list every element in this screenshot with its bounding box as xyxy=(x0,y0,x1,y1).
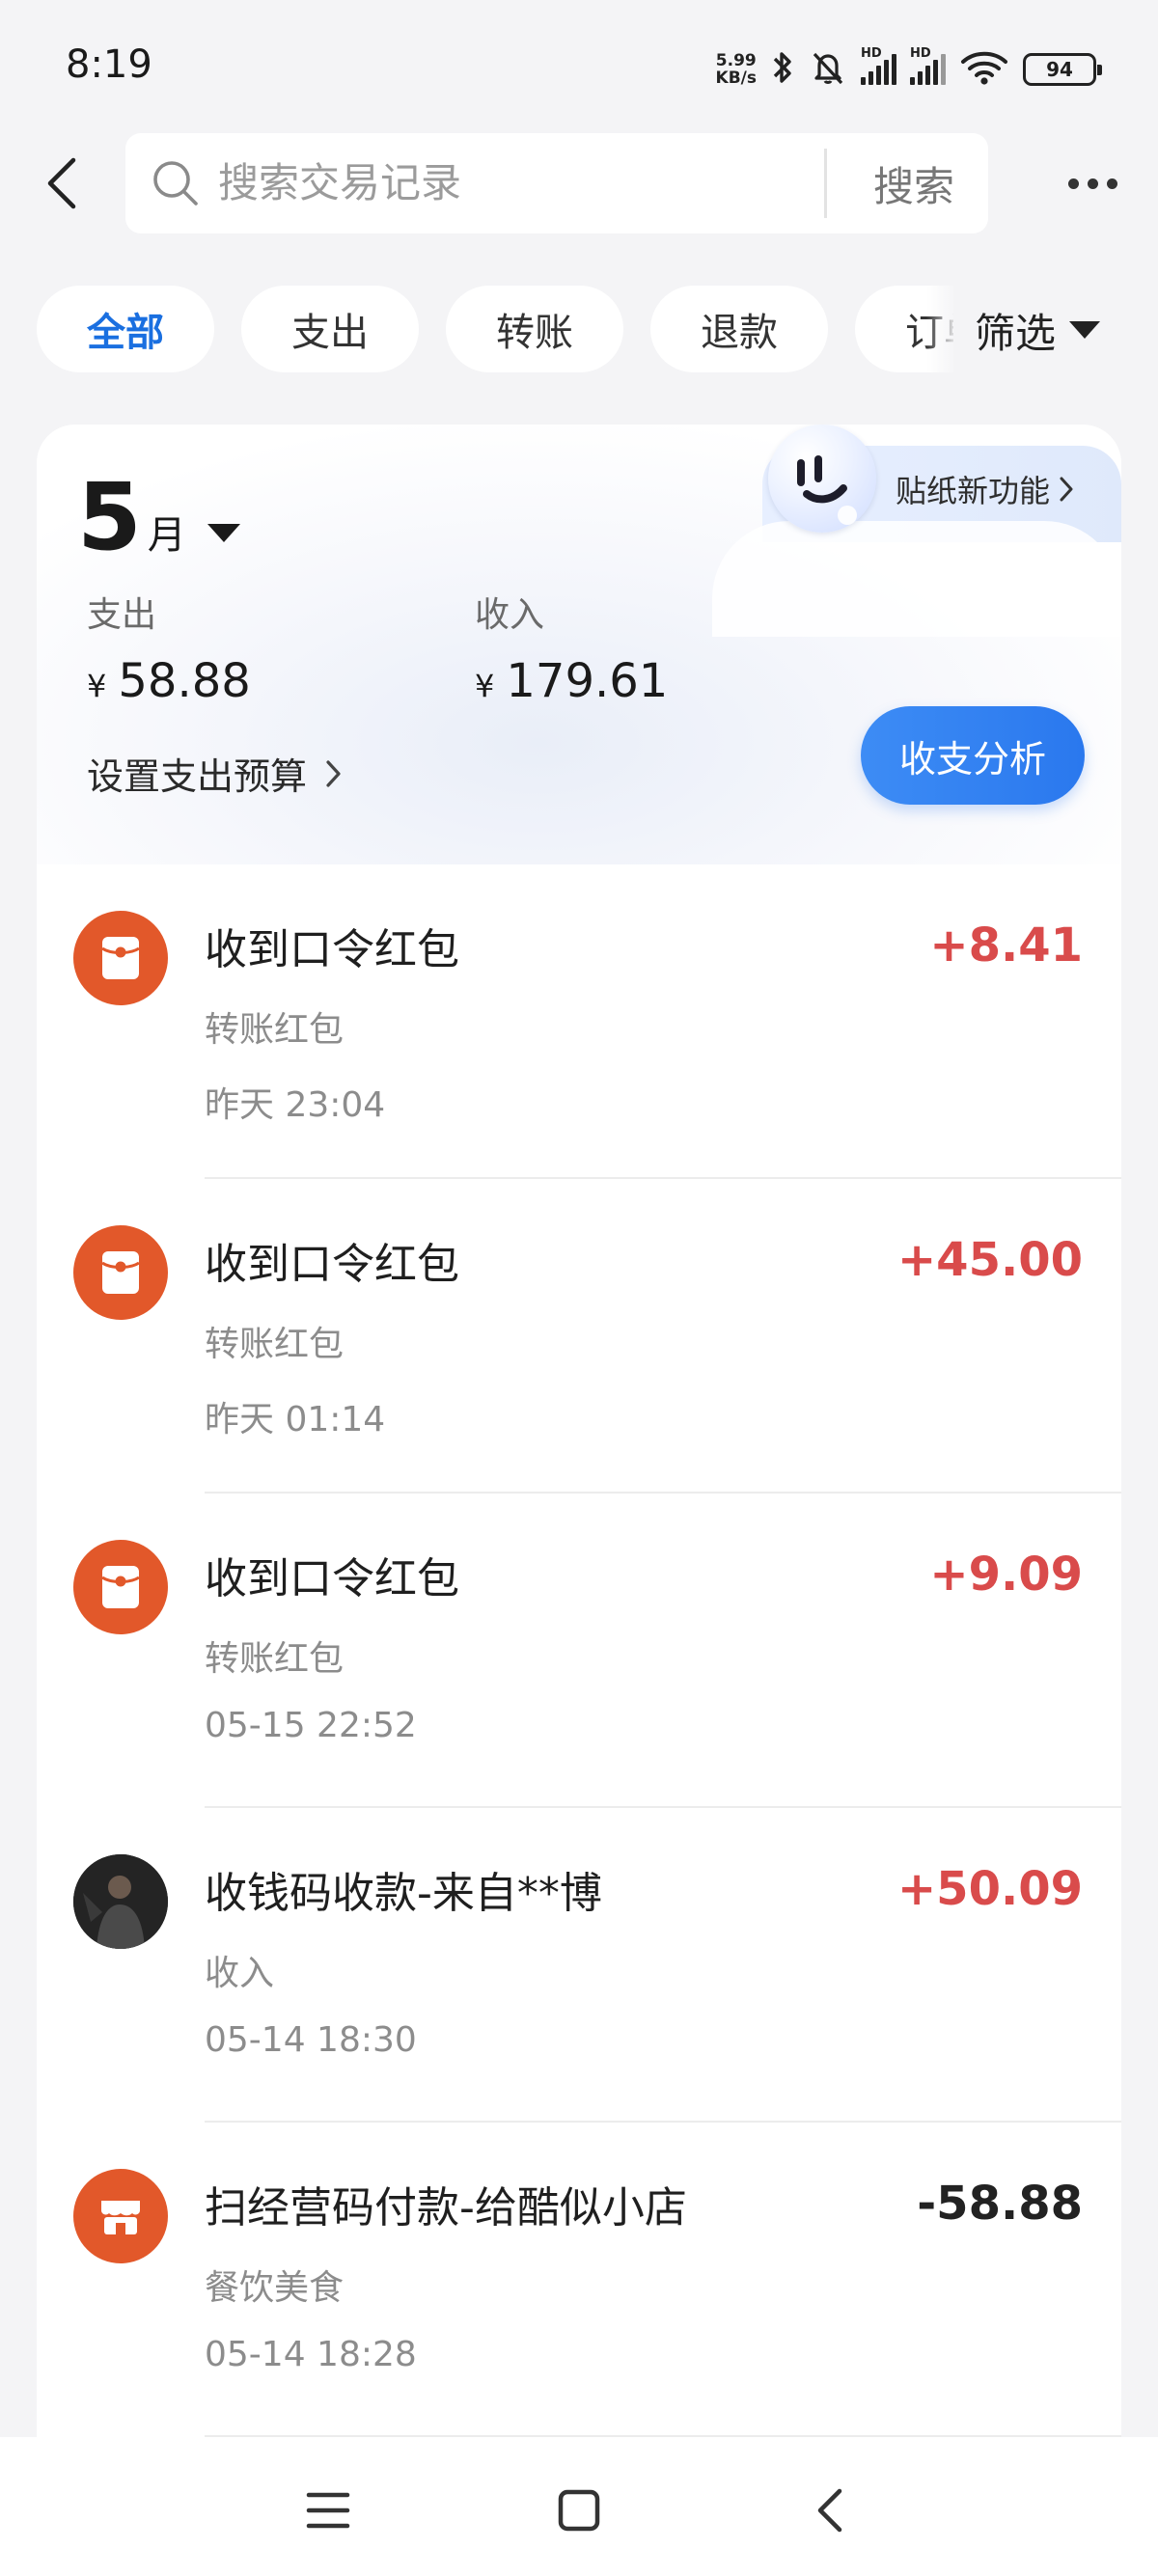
nav-back-button[interactable] xyxy=(791,2472,868,2549)
transaction-time: 05-14 18:28 xyxy=(205,2335,417,2374)
sticker-feature-link[interactable]: 贴纸新功能 xyxy=(896,467,1075,511)
signal-icon-sim2: HD xyxy=(910,46,946,85)
transaction-amount: -58.88 xyxy=(917,2177,1083,2231)
caret-down-icon xyxy=(207,524,240,542)
expense-currency: ¥ xyxy=(87,668,107,704)
chip-expense[interactable]: 支出 xyxy=(241,286,419,372)
header: 搜索 xyxy=(0,129,1158,235)
set-budget-link[interactable]: 设置支出预算 xyxy=(87,747,344,800)
transaction-title: 收到口令红包 xyxy=(205,1240,459,1289)
income-amount: 179.61 xyxy=(506,654,669,708)
status-time: 8:19 xyxy=(66,42,152,87)
transaction-row[interactable]: 收到口令红包 转账红包 昨天 01:14 +45.00 xyxy=(37,1179,1121,1494)
transaction-amount: +45.00 xyxy=(896,1233,1083,1287)
transaction-title: 收到口令红包 xyxy=(205,925,459,974)
transaction-row[interactable]: 扫经营码付款-给酷似小店 餐饮美食 05-14 18:28 -58.88 xyxy=(37,2123,1121,2437)
chevron-right-icon xyxy=(1060,477,1073,502)
search-box: 搜索 xyxy=(125,133,988,233)
user-avatar xyxy=(73,1854,168,1949)
transaction-amount: +50.09 xyxy=(896,1862,1083,1916)
caret-down-icon xyxy=(1069,321,1101,339)
more-options-button[interactable] xyxy=(1052,149,1133,218)
income-currency: ¥ xyxy=(475,668,495,704)
red-packet-icon xyxy=(73,911,168,1005)
monthly-summary-card: 贴纸新功能 5 月 支出 ¥ 58.88 收入 ¥ 179.61 设置支出预算 … xyxy=(37,425,1121,864)
transaction-row[interactable]: 收到口令红包 转账红包 昨天 23:04 +8.41 xyxy=(37,864,1121,1179)
recent-apps-button[interactable] xyxy=(290,2472,367,2549)
transaction-time: 昨天 23:04 xyxy=(205,1085,386,1125)
transaction-title: 收钱码收款-来自**博 xyxy=(205,1869,602,1918)
filter-bar: 全部 支出 转账 退款 订单 筛选 xyxy=(0,286,1158,374)
transaction-time: 昨天 01:14 xyxy=(205,1400,386,1439)
transaction-category: 转账红包 xyxy=(205,1325,345,1364)
transaction-time: 05-14 18:30 xyxy=(205,2020,417,2060)
sticker-tab-curve xyxy=(712,521,1121,637)
month-selector[interactable]: 5 月 xyxy=(77,471,240,563)
transaction-time: 05-15 22:52 xyxy=(205,1706,417,1745)
transaction-category: 餐饮美食 xyxy=(205,2268,345,2308)
filter-dropdown-button[interactable]: 筛选 xyxy=(975,286,1139,374)
more-dot-icon xyxy=(1106,178,1117,189)
income-stat: 收入 ¥ 179.61 xyxy=(475,587,668,708)
back-button[interactable] xyxy=(25,147,98,220)
shop-icon xyxy=(73,2169,168,2263)
home-square-icon xyxy=(558,2489,600,2532)
battery-icon: 94 xyxy=(1023,53,1102,86)
search-button[interactable]: 搜索 xyxy=(840,133,988,233)
transaction-category: 转账红包 xyxy=(205,1639,345,1679)
network-speed-value: 5.99 xyxy=(715,51,757,70)
expense-value: ¥ 58.88 xyxy=(87,654,251,708)
chip-all[interactable]: 全部 xyxy=(37,286,214,372)
signal-icon-sim1: HD xyxy=(861,46,896,85)
menu-icon xyxy=(306,2492,350,2529)
chevron-left-icon xyxy=(47,157,76,209)
red-packet-icon xyxy=(73,1540,168,1634)
wifi-icon xyxy=(959,48,1009,91)
transaction-category: 转账红包 xyxy=(205,1010,345,1050)
transaction-row[interactable]: 收钱码收款-来自**博 收入 05-14 18:30 +50.09 xyxy=(37,1808,1121,2123)
search-divider xyxy=(824,149,827,218)
chip-transfer[interactable]: 转账 xyxy=(446,286,623,372)
search-icon xyxy=(153,161,198,206)
set-budget-label: 设置支出预算 xyxy=(87,755,308,798)
smiley-sticker-icon[interactable] xyxy=(768,425,876,533)
month-number: 5 xyxy=(77,463,142,571)
income-value: ¥ 179.61 xyxy=(475,654,668,708)
expense-label: 支出 xyxy=(87,595,157,635)
transaction-row[interactable]: 收到口令红包 转账红包 05-15 22:52 +9.09 xyxy=(37,1494,1121,1808)
status-bar: 8:19 5.99 KB/s HD HD 94 xyxy=(0,0,1158,135)
chip-refund[interactable]: 退款 xyxy=(650,286,828,372)
sticker-feature-label: 贴纸新功能 xyxy=(896,473,1051,509)
red-packet-icon xyxy=(73,1225,168,1320)
status-icons: 5.99 KB/s HD HD 94 xyxy=(716,42,1102,96)
home-button[interactable] xyxy=(540,2472,618,2549)
expense-stat: 支出 ¥ 58.88 xyxy=(87,587,251,708)
transaction-amount: +9.09 xyxy=(929,1548,1083,1602)
transaction-amount: +8.41 xyxy=(929,918,1083,973)
chevron-left-icon xyxy=(817,2488,842,2533)
network-speed: 5.99 KB/s xyxy=(716,52,757,87)
filter-chip-track[interactable]: 全部 支出 转账 退款 订单 xyxy=(37,286,953,374)
income-expense-analysis-button[interactable]: 收支分析 xyxy=(861,706,1085,805)
more-dot-icon xyxy=(1067,178,1079,189)
filter-label: 筛选 xyxy=(975,309,1057,357)
bluetooth-icon xyxy=(770,48,795,91)
month-unit: 月 xyxy=(147,513,186,558)
network-speed-unit: KB/s xyxy=(715,69,757,88)
system-nav-bar xyxy=(0,2437,1158,2576)
battery-level: 94 xyxy=(1046,58,1073,81)
mute-bell-icon xyxy=(809,48,847,91)
transaction-list: 收到口令红包 转账红包 昨天 23:04 +8.41 收到口令红包 转账红包 昨… xyxy=(37,864,1121,2437)
expense-amount: 58.88 xyxy=(118,654,251,708)
transaction-category: 收入 xyxy=(205,1954,275,1993)
more-dot-icon xyxy=(1087,178,1098,189)
chevron-right-icon xyxy=(326,759,341,787)
transaction-title: 扫经营码付款-给酷似小店 xyxy=(205,2183,687,2233)
income-label: 收入 xyxy=(475,595,545,635)
transaction-title: 收到口令红包 xyxy=(205,1554,459,1603)
